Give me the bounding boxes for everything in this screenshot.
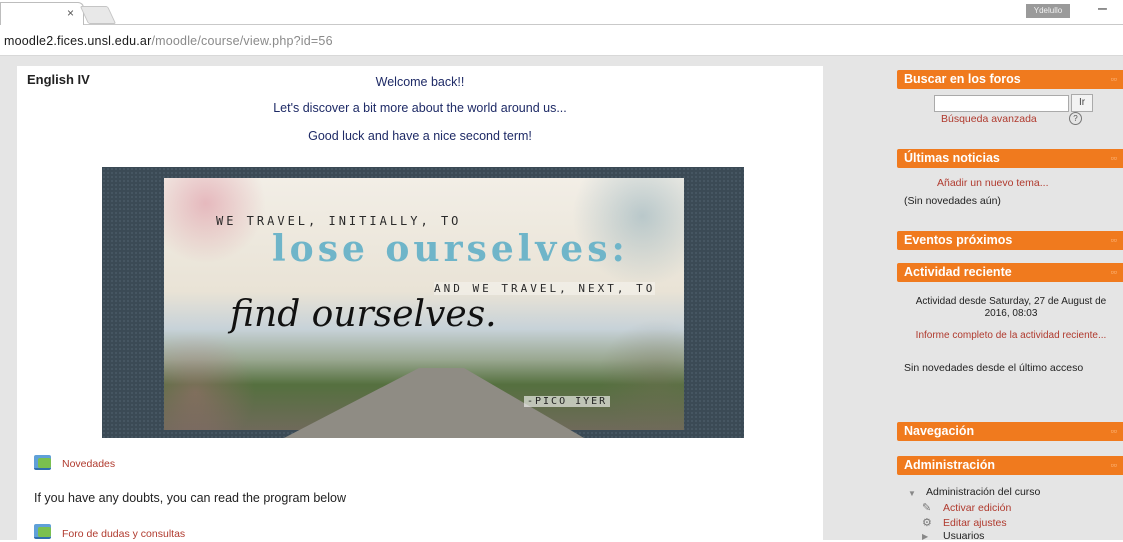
poster-line-2: lose ourselves: <box>272 228 629 270</box>
url-path: /moodle/course/view.php?id=56 <box>151 34 333 48</box>
block-header-navegacion: Navegación ▫▫ <box>897 422 1123 441</box>
block-title: Actividad reciente <box>904 265 1012 279</box>
minimize-window-button[interactable]: – <box>1098 0 1107 18</box>
block-header-administracion: Administración ▫▫ <box>897 456 1123 475</box>
block-controls-icon[interactable]: ▫▫ <box>1095 153 1117 163</box>
forum-icon[interactable] <box>34 455 51 470</box>
no-updates-text: Sin novedades desde el último acceso <box>904 362 1084 374</box>
pencil-icon: ✎ <box>922 502 932 514</box>
new-tab-button[interactable] <box>79 6 117 24</box>
add-topic-link[interactable]: Añadir un nuevo tema... <box>937 177 1049 189</box>
travel-quote-poster: WE TRAVEL, INITIALLY, TO lose ourselves:… <box>164 178 684 438</box>
no-news-text: (Sin novedades aún) <box>904 195 1001 207</box>
help-icon[interactable]: ? <box>1069 112 1082 125</box>
block-header-buscar: Buscar en los foros ▫▫ <box>897 70 1123 89</box>
advanced-search-link[interactable]: Búsqueda avanzada <box>941 113 1037 125</box>
block-title: Eventos próximos <box>904 233 1013 247</box>
search-go-button[interactable]: Ir <box>1071 94 1093 112</box>
block-title: Navegación <box>904 424 975 438</box>
course-admin-node[interactable]: Administración del curso <box>926 486 1040 498</box>
poster-line-1: WE TRAVEL, INITIALLY, TO <box>216 214 462 228</box>
goodluck-text: Good luck and have a nice second term! <box>308 129 532 143</box>
block-title: Administración <box>904 458 995 472</box>
forum-icon[interactable] <box>34 524 51 539</box>
usuarios-node[interactable]: Usuarios <box>943 530 984 542</box>
block-controls-icon[interactable]: ▫▫ <box>1095 460 1117 470</box>
block-header-eventos: Eventos próximos ▫▫ <box>897 231 1123 250</box>
program-note-text: If you have any doubts, you can read the… <box>34 491 346 505</box>
poster-line-4: find ourselves. <box>230 294 497 335</box>
block-title: Buscar en los foros <box>904 72 1021 86</box>
browser-tab[interactable]: × <box>0 2 84 25</box>
foro-dudas-link[interactable]: Foro de dudas y consultas <box>62 528 185 540</box>
browser-user-chip[interactable]: Ydelullo <box>1026 4 1070 18</box>
block-header-noticias: Últimas noticias ▫▫ <box>897 149 1123 168</box>
block-header-actividad: Actividad reciente ▫▫ <box>897 263 1123 282</box>
discover-text: Let's discover a bit more about the worl… <box>273 101 567 115</box>
block-controls-icon[interactable]: ▫▫ <box>1095 74 1117 84</box>
block-controls-icon[interactable]: ▫▫ <box>1095 235 1117 245</box>
browser-tab-bar: × Ydelullo – <box>0 0 1123 25</box>
address-bar[interactable]: moodle2.fices.unsl.edu.ar/moodle/course/… <box>0 25 1123 56</box>
full-report-link[interactable]: Informe completo de la actividad recient… <box>905 330 1117 342</box>
poster-author: -PICO IYER <box>524 396 611 407</box>
url-host: moodle2.fices.unsl.edu.ar <box>4 34 152 48</box>
course-banner-image: WE TRAVEL, INITIALLY, TO lose ourselves:… <box>102 167 744 438</box>
close-tab-icon[interactable]: × <box>67 6 74 20</box>
course-content: English IV Welcome back!! Let's discover… <box>17 66 823 540</box>
editar-ajustes-link[interactable]: Editar ajustes <box>943 517 1007 529</box>
activity-since-text: Actividad desde Saturday, 27 de August d… <box>915 296 1107 319</box>
activar-edicion-link[interactable]: Activar edición <box>943 502 1011 514</box>
block-title: Últimas noticias <box>904 151 1000 165</box>
gear-icon: ⚙ <box>922 517 932 529</box>
block-controls-icon[interactable]: ▫▫ <box>1095 267 1117 277</box>
url-text[interactable]: moodle2.fices.unsl.edu.ar/moodle/course/… <box>4 34 333 48</box>
expand-triangle-icon[interactable]: ▼ <box>908 489 916 498</box>
block-controls-icon[interactable]: ▫▫ <box>1095 426 1117 436</box>
welcome-text: Welcome back!! <box>375 75 465 89</box>
forum-search-input[interactable] <box>934 95 1069 112</box>
novedades-link[interactable]: Novedades <box>62 458 115 470</box>
